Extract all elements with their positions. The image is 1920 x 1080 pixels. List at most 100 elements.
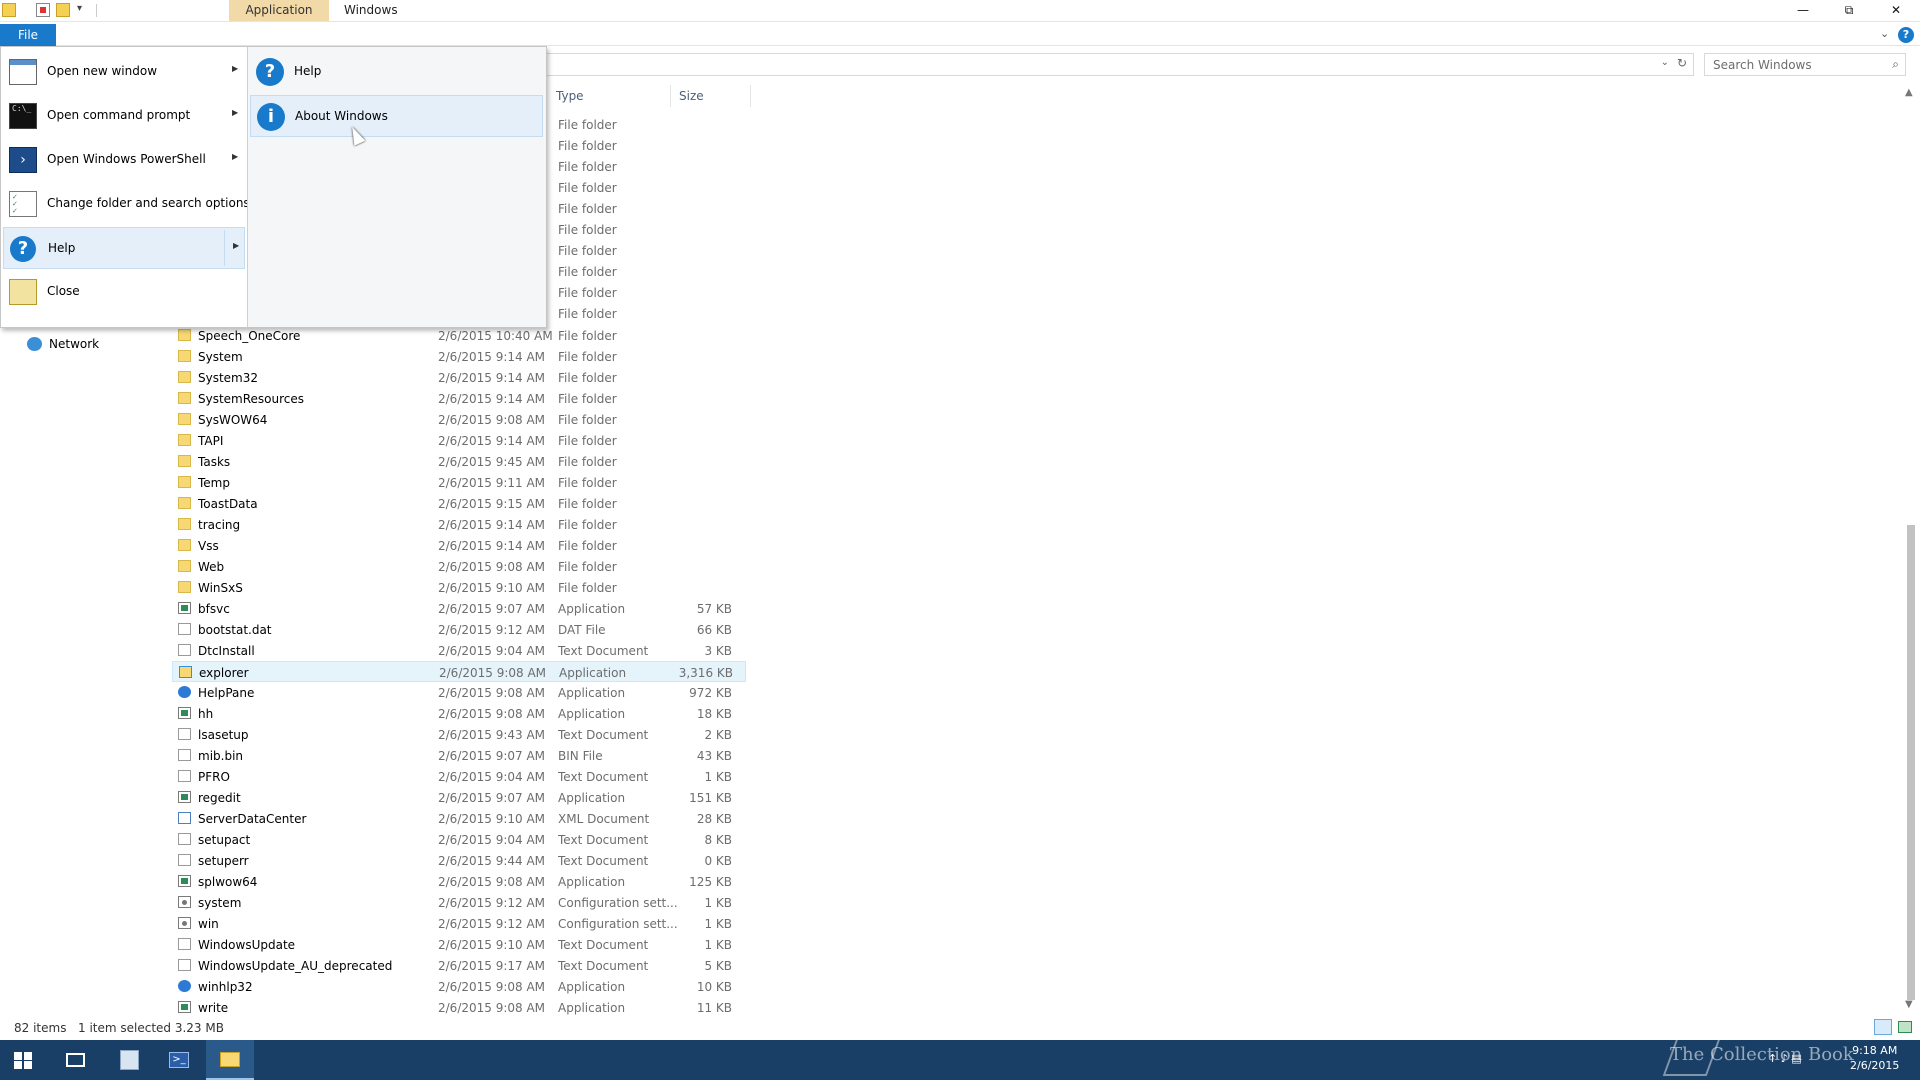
- file-row[interactable]: write 2/6/2015 9:08 AM Application 11 KB: [172, 997, 746, 1018]
- file-type: Text Document: [558, 833, 649, 847]
- file-row[interactable]: WindowsUpdate_AU_deprecated 2/6/2015 9:17…: [172, 955, 746, 976]
- file-row[interactable]: setuperr 2/6/2015 9:44 AM Text Document 0 K…: [172, 850, 746, 871]
- server-manager-button[interactable]: [105, 1040, 153, 1080]
- file-row[interactable]: regedit 2/6/2015 9:07 AM Application 151 KB: [172, 787, 746, 808]
- file-row[interactable]: Temp 2/6/2015 9:11 AM File folder: [172, 472, 746, 493]
- file-row[interactable]: HelpPane 2/6/2015 9:08 AM Application 972 K…: [172, 682, 746, 703]
- qat-customize-icon[interactable]: ▾: [77, 3, 82, 14]
- menu-item-change-folder-and-search-options[interactable]: Change folder and search options: [3, 183, 250, 225]
- file-name: ToastData: [198, 497, 258, 511]
- file-row[interactable]: system 2/6/2015 9:12 AM Configuration sett…: [172, 892, 746, 913]
- file-type: File folder: [558, 518, 617, 532]
- system-tray[interactable]: ↑ ♪ ▤: [1768, 1052, 1802, 1065]
- folder-icon: [178, 371, 191, 383]
- context-tab-application-tools[interactable]: Application Tools: [229, 0, 329, 37]
- file-row[interactable]: bootstat.dat 2/6/2015 9:12 AM DAT File 66 K…: [172, 619, 746, 640]
- folder-icon: [2, 3, 16, 17]
- file-row[interactable]: WindowsUpdate 2/6/2015 9:10 AM Text Docume…: [172, 934, 746, 955]
- powershell-button[interactable]: >_: [155, 1040, 203, 1080]
- type-cell: File folder: [558, 286, 617, 300]
- menu-item-help[interactable]: ? Help ▶: [3, 227, 245, 269]
- chevron-down-icon[interactable]: ⌄: [1661, 57, 1669, 68]
- file-row[interactable]: TAPI 2/6/2015 9:14 AM File folder: [172, 430, 746, 451]
- properties-icon[interactable]: [36, 3, 50, 17]
- file-date: 2/6/2015 9:43 AM: [438, 728, 546, 742]
- large-icons-view-icon[interactable]: [1898, 1021, 1912, 1033]
- menu-item-close[interactable]: Close: [3, 271, 245, 313]
- expand-ribbon-icon[interactable]: ⌄: [1880, 27, 1889, 40]
- file-explorer-icon: [179, 666, 192, 678]
- submenu-item-help[interactable]: ? Help: [250, 51, 543, 93]
- menu-item-open-windows-powershell[interactable]: › Open Windows PowerShell ▶: [3, 139, 245, 181]
- file-row[interactable]: bfsvc 2/6/2015 9:07 AM Application 57 KB: [172, 598, 746, 619]
- document-icon: [178, 938, 191, 950]
- file-explorer-button[interactable]: [206, 1040, 254, 1080]
- file-row[interactable]: tracing 2/6/2015 9:14 AM File folder: [172, 514, 746, 535]
- menu-item-open-new-window[interactable]: Open new window ▶: [3, 51, 245, 93]
- file-row[interactable]: mib.bin 2/6/2015 9:07 AM BIN File 43 KB: [172, 745, 746, 766]
- help-icon: [178, 686, 191, 698]
- details-view-icon[interactable]: [1874, 1019, 1892, 1035]
- file-row[interactable]: Tasks 2/6/2015 9:45 AM File folder: [172, 451, 746, 472]
- task-view-button[interactable]: [51, 1040, 99, 1080]
- file-row[interactable]: Vss 2/6/2015 9:14 AM File folder: [172, 535, 746, 556]
- column-header-type[interactable]: Type: [548, 85, 671, 107]
- column-header-size[interactable]: Size: [671, 85, 751, 107]
- scroll-down-icon[interactable]: ▼: [1905, 999, 1913, 1010]
- file-name: SysWOW64: [198, 413, 268, 427]
- scroll-thumb[interactable]: [1907, 525, 1915, 1000]
- file-name: hh: [198, 707, 214, 721]
- file-row[interactable]: PFRO 2/6/2015 9:04 AM Text Document 1 KB: [172, 766, 746, 787]
- close-button[interactable]: ✕: [1873, 0, 1919, 20]
- file-row[interactable]: Speech_OneCore 2/6/2015 10:40 AM File fold…: [172, 325, 746, 346]
- file-row[interactable]: System32 2/6/2015 9:14 AM File folder: [172, 367, 746, 388]
- type-cell: File folder: [558, 244, 617, 258]
- address-bar[interactable]: ⌄ ↻: [545, 53, 1694, 76]
- file-row[interactable]: lsasetup 2/6/2015 9:43 AM Text Document 2 K…: [172, 724, 746, 745]
- search-input[interactable]: Search Windows ⌕: [1704, 53, 1906, 76]
- menu-item-open-command-prompt[interactable]: C:\_ Open command prompt ▶: [3, 95, 245, 137]
- file-row[interactable]: DtcInstall 2/6/2015 9:04 AM Text Document 3…: [172, 640, 746, 661]
- file-row[interactable]: System 2/6/2015 9:14 AM File folder: [172, 346, 746, 367]
- file-row[interactable]: winhlp32 2/6/2015 9:08 AM Application 10 KB: [172, 976, 746, 997]
- file-row[interactable]: hh 2/6/2015 9:08 AM Application 18 KB: [172, 703, 746, 724]
- vertical-scrollbar[interactable]: ▲ ▼: [1902, 85, 1920, 1012]
- start-button[interactable]: [0, 1040, 48, 1080]
- file-row[interactable]: ToastData 2/6/2015 9:15 AM File folder: [172, 493, 746, 514]
- close-icon: [9, 279, 37, 305]
- new-folder-icon[interactable]: [56, 3, 70, 17]
- file-row[interactable]: win 2/6/2015 9:12 AM Configuration sett...…: [172, 913, 746, 934]
- minimize-button[interactable]: —: [1780, 0, 1826, 20]
- submenu-item-about-windows[interactable]: i About Windows: [250, 95, 543, 137]
- file-row[interactable]: splwow64 2/6/2015 9:08 AM Application 125 K…: [172, 871, 746, 892]
- file-name: explorer: [199, 666, 249, 680]
- file-row[interactable]: WinSxS 2/6/2015 9:10 AM File folder: [172, 577, 746, 598]
- refresh-icon[interactable]: ↻: [1677, 56, 1687, 70]
- info-icon: i: [257, 103, 285, 131]
- file-row[interactable]: setupact 2/6/2015 9:04 AM Text Document 8 K…: [172, 829, 746, 850]
- file-name: ServerDataCenter: [198, 812, 307, 826]
- folder-icon: [178, 581, 191, 593]
- help-icon[interactable]: ?: [1898, 27, 1914, 43]
- file-row[interactable]: SysWOW64 2/6/2015 9:08 AM File folder: [172, 409, 746, 430]
- file-type: File folder: [558, 434, 617, 448]
- file-date: 2/6/2015 9:14 AM: [438, 350, 546, 364]
- file-date: 2/6/2015 9:08 AM: [438, 1001, 546, 1015]
- file-row[interactable]: Web 2/6/2015 9:08 AM File folder: [172, 556, 746, 577]
- clock[interactable]: 9:18 AM 2/6/2015: [1850, 1043, 1899, 1073]
- restore-button[interactable]: ⧉: [1826, 0, 1872, 20]
- file-name: write: [198, 1001, 229, 1015]
- search-icon[interactable]: ⌕: [1892, 57, 1899, 72]
- file-date: 2/6/2015 9:44 AM: [438, 854, 546, 868]
- file-row[interactable]: ServerDataCenter 2/6/2015 9:10 AM XML Docu…: [172, 808, 746, 829]
- folder-icon: [178, 392, 191, 404]
- scroll-up-icon[interactable]: ▲: [1905, 87, 1913, 98]
- xml-document-icon: [178, 812, 191, 824]
- file-row[interactable]: SystemResources 2/6/2015 9:14 AM File fold…: [172, 388, 746, 409]
- submenu-divider: [224, 230, 225, 266]
- menu-item-label: Open Windows PowerShell: [47, 152, 206, 166]
- settings-file-icon: [178, 917, 191, 929]
- file-row[interactable]: explorer 2/6/2015 9:08 AM Application 3,316…: [172, 661, 746, 682]
- folder-icon: [178, 539, 191, 551]
- tab-file[interactable]: File: [0, 24, 56, 46]
